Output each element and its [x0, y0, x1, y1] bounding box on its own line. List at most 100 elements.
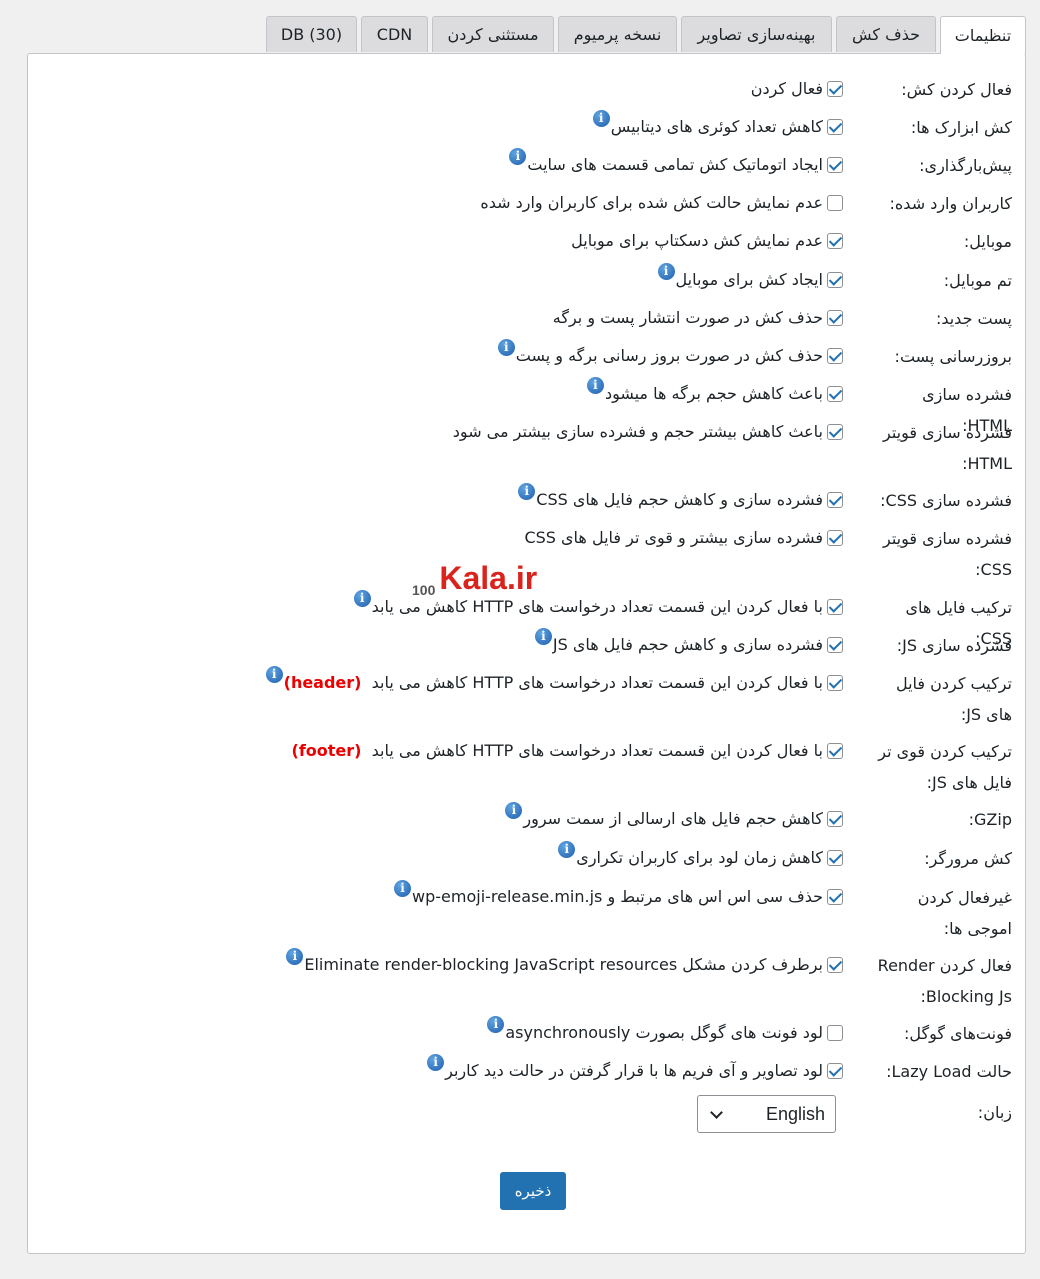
- info-icon[interactable]: i: [518, 483, 536, 500]
- tab-exclude[interactable]: مستثنی کردن: [432, 16, 554, 52]
- setting-field: با فعال کردن این قسمت تعداد درخواست های …: [265, 666, 843, 694]
- setting-field: ایجاد اتوماتیک کش تمامی قسمت های سایت i: [509, 148, 843, 176]
- setting-checkbox[interactable]: [827, 743, 843, 759]
- setting-label: پست جدید:: [935, 309, 1012, 328]
- highlight-tag: (header): [283, 673, 362, 692]
- setting-label: ترکیب کردن فایل های JS:: [895, 674, 1012, 724]
- tab-db[interactable]: DB (30): [266, 16, 357, 52]
- setting-field: فشرده سازی و کاهش حجم فایل های CSS i: [518, 483, 843, 511]
- info-icon[interactable]: i: [427, 1054, 445, 1071]
- setting-field: باعث کاهش حجم برگه ها میشود i: [586, 377, 843, 405]
- info-icon[interactable]: i: [534, 628, 552, 645]
- info-icon[interactable]: i: [558, 841, 576, 858]
- setting-description: ایجاد اتوماتیک کش تمامی قسمت های سایت: [527, 155, 823, 174]
- setting-checkbox[interactable]: [827, 386, 843, 402]
- info-icon[interactable]: i: [487, 1016, 505, 1033]
- info-icon[interactable]: i: [657, 263, 675, 280]
- setting-field: با فعال کردن این قسمت تعداد درخواست های …: [353, 590, 843, 618]
- setting-field: لود فونت های گوگل بصورت asynchronously i: [487, 1016, 843, 1044]
- setting-description: لود تصاویر و آی فریم ها با قرار گرفتن در…: [445, 1061, 823, 1080]
- setting-checkbox[interactable]: [827, 310, 843, 326]
- setting-checkbox[interactable]: [827, 889, 843, 905]
- setting-checkbox[interactable]: [827, 811, 843, 827]
- setting-description: باعث کاهش حجم برگه ها میشود: [604, 384, 823, 403]
- setting-checkbox[interactable]: [827, 233, 843, 249]
- settings-panel: فعال کردن کش: فعال کردن کش ابزارک ها: کاهش …: [27, 53, 1026, 1254]
- setting-checkbox[interactable]: [827, 850, 843, 866]
- setting-checkbox[interactable]: [827, 492, 843, 508]
- info-icon[interactable]: i: [497, 339, 515, 356]
- language-value: English: [765, 1103, 825, 1124]
- setting-field: کاهش زمان لود برای کاربران تکراری i: [558, 841, 843, 869]
- setting-label: کش مرورگر:: [924, 849, 1012, 868]
- chevron-down-icon: [710, 1106, 723, 1119]
- tab-bar: تنظیمات حذف کش بهینه‌سازی تصاویر نسخه پر…: [0, 16, 1040, 54]
- info-icon[interactable]: i: [265, 666, 283, 683]
- setting-field: ایجاد کش برای موبایل i: [657, 263, 843, 291]
- setting-label: بروزرسانی پست:: [894, 347, 1012, 366]
- info-icon[interactable]: i: [353, 590, 371, 607]
- setting-checkbox[interactable]: [827, 675, 843, 691]
- setting-label: پیش‌بارگذاری:: [919, 156, 1012, 175]
- setting-description: کاهش حجم فایل های ارسالی از سمت سرور: [523, 809, 823, 828]
- tab-clear-cache[interactable]: حذف کش: [836, 16, 936, 52]
- setting-label: فشرده سازی CSS:: [880, 491, 1012, 510]
- info-icon[interactable]: i: [286, 948, 304, 965]
- setting-description: برطرف کردن مشکل Eliminate render-blockin…: [304, 955, 823, 974]
- setting-description: فشرده سازی و کاهش حجم فایل های CSS: [536, 490, 823, 509]
- setting-checkbox[interactable]: [827, 1063, 843, 1079]
- tab-settings[interactable]: تنظیمات: [940, 16, 1026, 54]
- setting-field: فشرده سازی بیشتر و قوی تر فایل های CSS: [524, 527, 843, 549]
- setting-field: حذف کش در صورت انتشار پست و برگه: [553, 307, 843, 329]
- setting-label: تم موبایل:: [943, 271, 1012, 290]
- language-label: زبان:: [977, 1103, 1012, 1122]
- setting-checkbox[interactable]: [827, 348, 843, 364]
- info-icon[interactable]: i: [592, 110, 610, 127]
- setting-description: فشرده سازی و کاهش حجم فایل های JS: [552, 635, 823, 654]
- setting-checkbox[interactable]: [827, 637, 843, 653]
- setting-field: حذف کش در صورت بروز رسانی برگه و پست i: [497, 339, 843, 367]
- setting-checkbox[interactable]: [827, 599, 843, 615]
- setting-description: فعال کردن: [750, 79, 823, 98]
- setting-description: با فعال کردن این قسمت تعداد درخواست های …: [371, 741, 823, 760]
- setting-field: فشرده سازی و کاهش حجم فایل های JS i: [534, 628, 843, 656]
- setting-label: کاربران وارد شده:: [889, 194, 1012, 213]
- setting-description: حذف سی اس اس های مرتبط و wp-emoji-releas…: [412, 887, 823, 906]
- setting-checkbox[interactable]: [827, 957, 843, 973]
- setting-checkbox[interactable]: [827, 157, 843, 173]
- tab-cdn[interactable]: CDN: [361, 16, 428, 52]
- setting-label: ترکیب کردن قوی تر فایل های JS:: [878, 742, 1012, 792]
- tab-image-optimization[interactable]: بهینه‌سازی تصاویر: [681, 16, 832, 52]
- setting-label: فعال کردن Render Blocking Js:: [877, 956, 1012, 1006]
- setting-description: فشرده سازی بیشتر و قوی تر فایل های CSS: [524, 528, 823, 547]
- info-icon[interactable]: i: [509, 148, 527, 165]
- save-button[interactable]: ذخیره: [500, 1172, 566, 1210]
- setting-label: فشرده سازی قویتر CSS:: [883, 529, 1012, 579]
- tab-premium[interactable]: نسخه پرمیوم: [558, 16, 677, 52]
- info-icon[interactable]: i: [505, 802, 523, 819]
- setting-description: عدم نمایش حالت کش شده برای کاربران وارد …: [480, 193, 823, 212]
- setting-checkbox[interactable]: [827, 195, 843, 211]
- setting-description: با فعال کردن این قسمت تعداد درخواست های …: [371, 597, 823, 616]
- setting-checkbox[interactable]: [827, 272, 843, 288]
- setting-checkbox[interactable]: [827, 119, 843, 135]
- setting-label: حالت Lazy Load:: [886, 1062, 1012, 1081]
- highlight-tag: (footer): [291, 741, 362, 760]
- language-select[interactable]: English: [697, 1095, 836, 1133]
- setting-checkbox[interactable]: [827, 81, 843, 97]
- setting-field: عدم نمایش کش دسکتاپ برای موبایل: [571, 230, 843, 252]
- setting-description: حذف کش در صورت بروز رسانی برگه و پست: [515, 346, 823, 365]
- setting-checkbox[interactable]: [827, 424, 843, 440]
- setting-label: موبایل:: [963, 232, 1012, 251]
- setting-checkbox[interactable]: [827, 530, 843, 546]
- setting-checkbox[interactable]: [827, 1025, 843, 1041]
- setting-description: با فعال کردن این قسمت تعداد درخواست های …: [371, 673, 823, 692]
- setting-field: حذف سی اس اس های مرتبط و wp-emoji-releas…: [394, 880, 843, 908]
- setting-field: با فعال کردن این قسمت تعداد درخواست های …: [292, 740, 843, 762]
- setting-description: کاهش زمان لود برای کاربران تکراری: [576, 848, 823, 867]
- info-icon[interactable]: i: [394, 880, 412, 897]
- setting-label: فشرده سازی قویتر HTML:: [883, 423, 1012, 473]
- info-icon[interactable]: i: [586, 377, 604, 394]
- setting-description: کاهش تعداد کوئری های دیتابیس: [610, 117, 823, 136]
- setting-label: غیرفعال کردن اموجی ها:: [917, 888, 1012, 938]
